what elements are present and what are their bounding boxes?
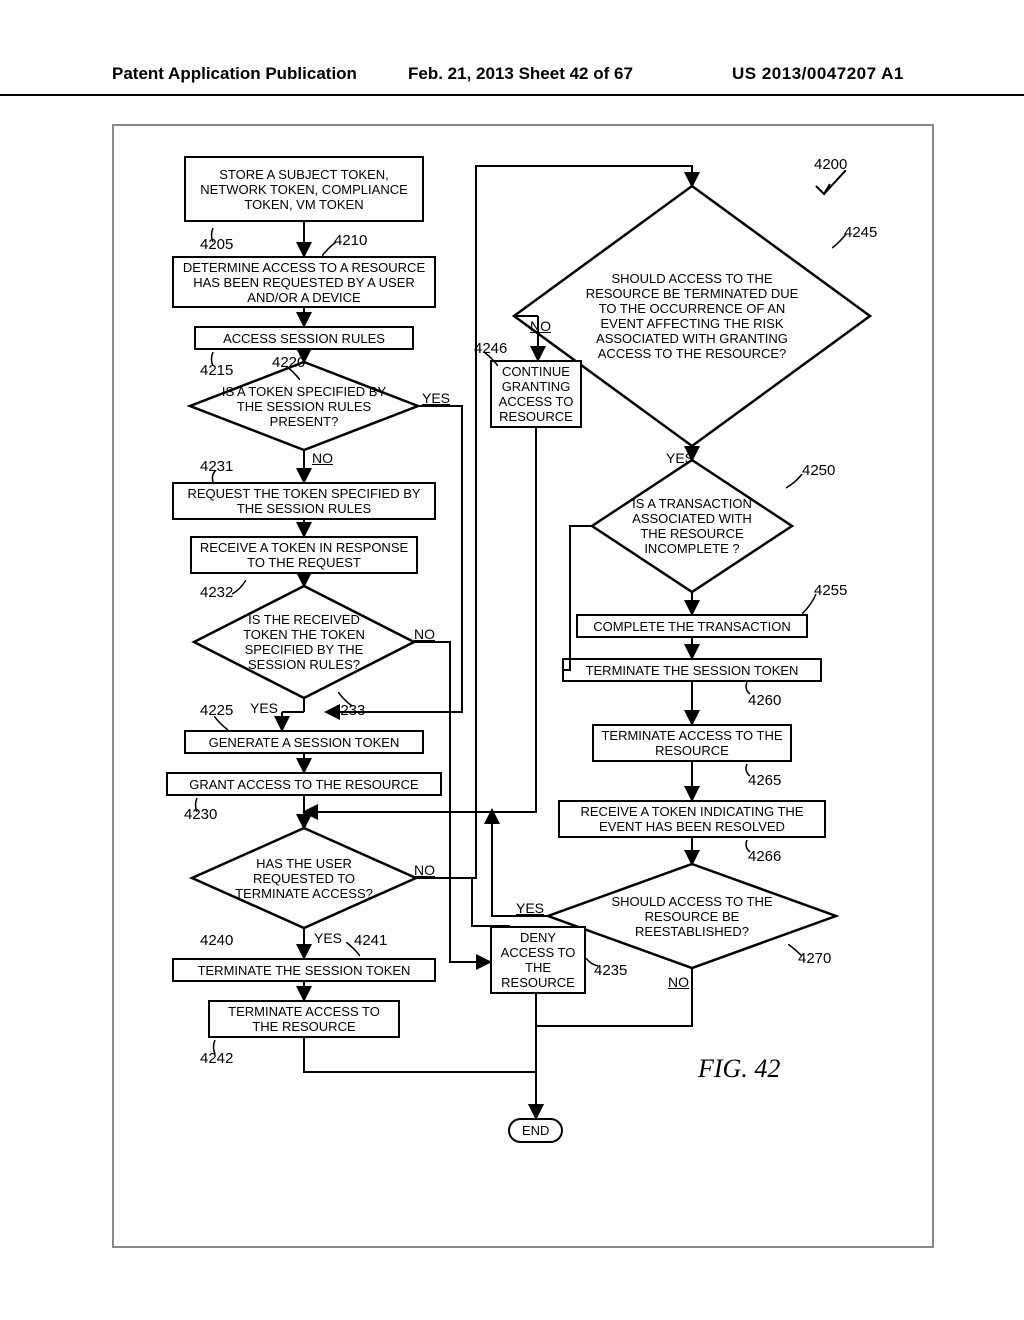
header-right: US 2013/0047207 A1 [732,64,904,84]
figure-frame: STORE A SUBJECT TOKEN, NETWORK TOKEN, CO… [112,124,934,1248]
header-mid: Feb. 21, 2013 Sheet 42 of 67 [408,64,633,84]
header-left: Patent Application Publication [112,64,357,84]
connectors [114,126,932,1246]
flowchart: STORE A SUBJECT TOKEN, NETWORK TOKEN, CO… [114,126,932,1246]
header-bar: Patent Application Publication Feb. 21, … [0,64,1024,96]
